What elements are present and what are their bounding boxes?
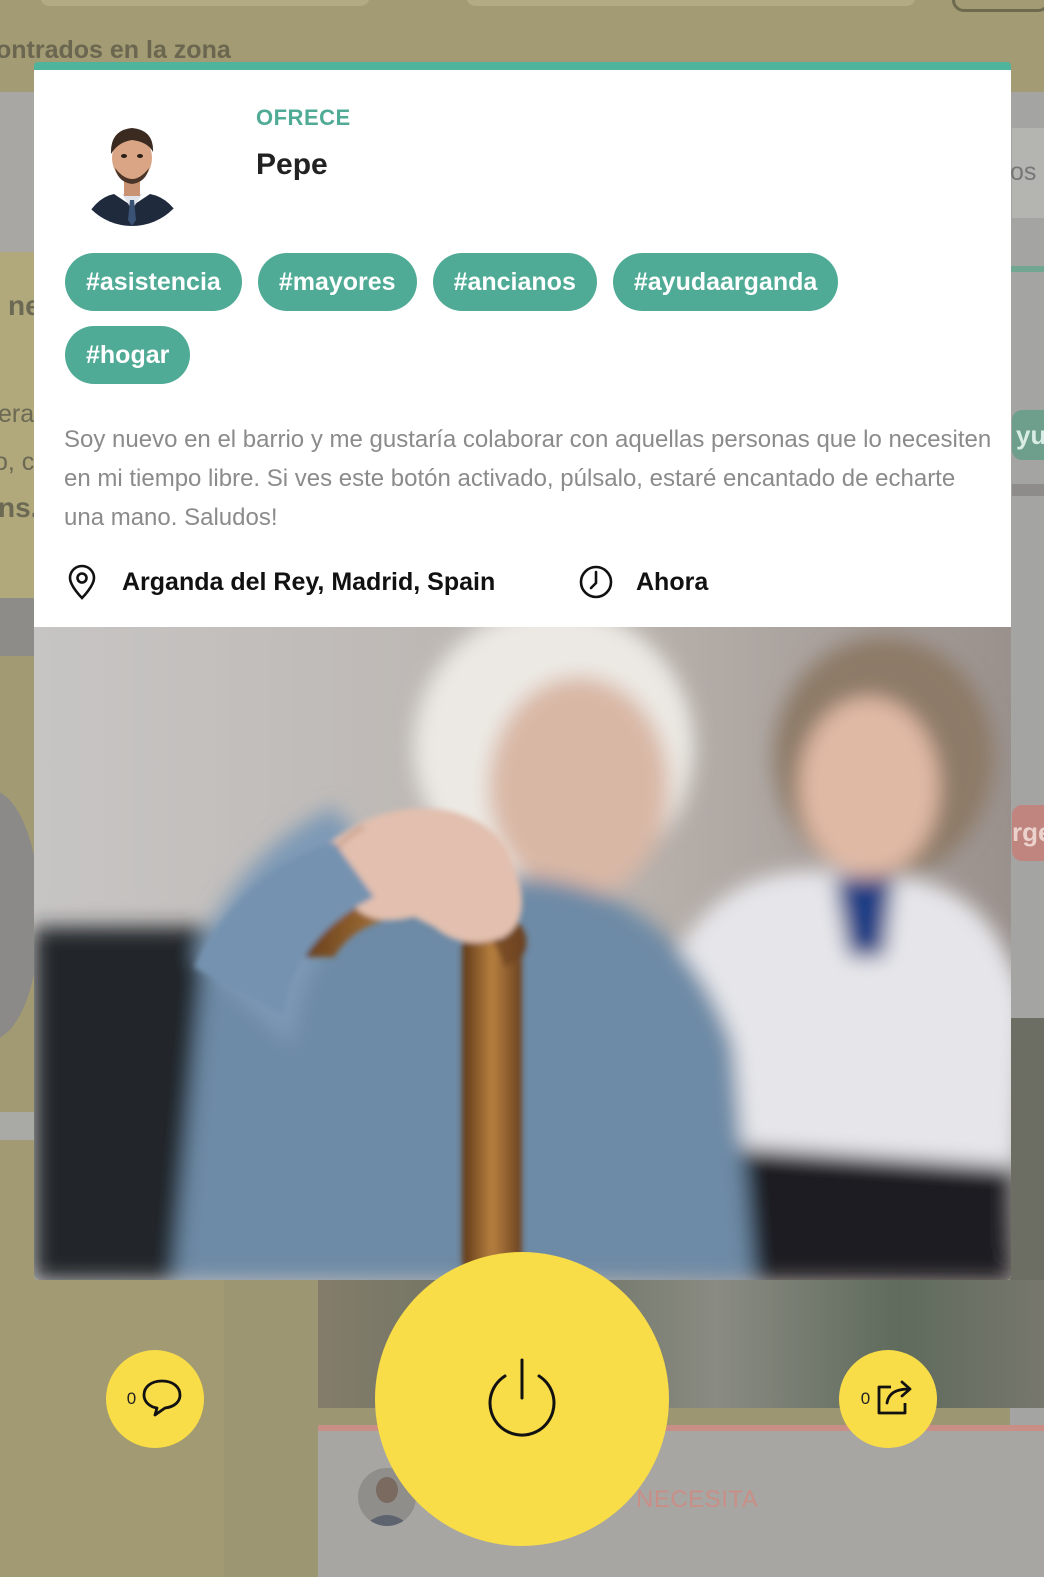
offer-photo (34, 627, 1011, 1280)
offer-card-modal: OFRECE Pepe #asistencia #mayores #ancian… (34, 62, 1011, 1280)
avatar[interactable] (74, 110, 190, 226)
tag-chip[interactable]: #mayores (257, 253, 417, 311)
tag-chip[interactable]: #ayudaarganda (612, 253, 839, 311)
bg-right-fragment: os (1010, 158, 1037, 186)
bg-left-fragment: o, c (0, 448, 35, 476)
bg-right-bar (1012, 484, 1044, 496)
speech-bubble-icon (141, 1377, 183, 1422)
offer-type-label: OFRECE (256, 105, 351, 130)
bg-filter-pill (466, 0, 916, 6)
bg-right-fragment: yu (1016, 420, 1044, 450)
power-button[interactable] (375, 1252, 669, 1546)
comment-count: 0 (126, 1389, 137, 1408)
offer-description: Soy nuevo en el barrio y me gustaría col… (64, 426, 992, 531)
location-row: Arganda del Rey, Madrid, Spain (64, 560, 495, 604)
bg-right-fragment: rge (1012, 817, 1044, 847)
bg-toggle (952, 0, 1044, 12)
time-text: Ahora (636, 567, 709, 596)
share-button[interactable]: 0 (839, 1350, 937, 1448)
bg-necesita-label: NECESITA (636, 1486, 759, 1513)
tag-chip[interactable]: #asistencia (65, 253, 242, 311)
comment-button[interactable]: 0 (106, 1350, 204, 1448)
bg-right-box: os (1010, 128, 1044, 218)
tag-chip[interactable]: #ancianos (432, 253, 597, 311)
bg-left-fragment: era (0, 400, 35, 428)
time-row: Ahora (578, 560, 708, 604)
user-name[interactable]: Pepe (256, 148, 328, 182)
bg-right-tag-red: rge (1012, 805, 1044, 861)
bg-right-tag: yu (1012, 410, 1044, 460)
tag-list: #asistencia #mayores #ancianos #ayudaarg… (65, 253, 965, 384)
location-text: Arganda del Rey, Madrid, Spain (122, 567, 496, 596)
power-icon (484, 1356, 560, 1443)
bg-search-pill (40, 0, 370, 6)
bg-left-fragment: ns. (0, 492, 39, 523)
bg-found-text: ontrados en la zona (0, 36, 231, 64)
bg-right-separator (1010, 266, 1044, 272)
share-count: 0 (860, 1389, 871, 1408)
tag-chip[interactable]: #hogar (65, 326, 191, 384)
map-pin-icon (64, 564, 100, 600)
share-icon (875, 1377, 915, 1422)
clock-icon (578, 564, 614, 600)
